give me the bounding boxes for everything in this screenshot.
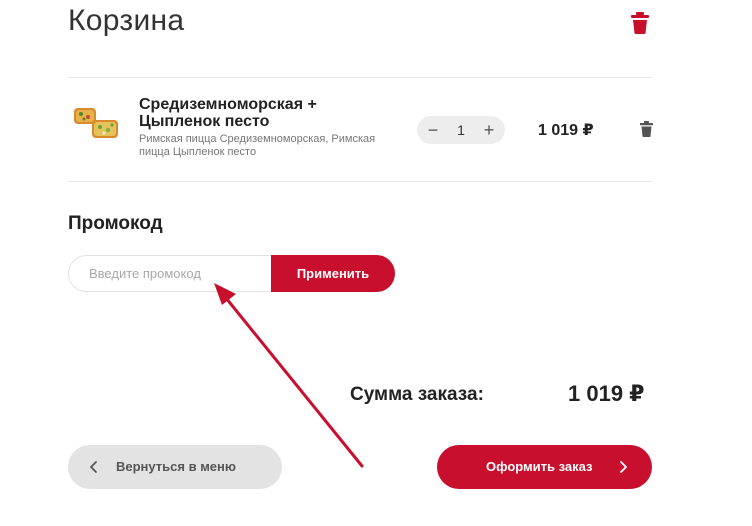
- place-order-button[interactable]: Оформить заказ: [437, 445, 652, 489]
- item-name: Средиземноморская + Цыпленок песто: [139, 96, 317, 130]
- chevron-right-icon: [620, 461, 627, 473]
- pizza-image: [74, 108, 118, 138]
- page-title: Корзина: [68, 4, 185, 37]
- decrease-quantity-button[interactable]: −: [425, 116, 441, 144]
- quantity-value: 1: [457, 122, 465, 138]
- item-price: 1 019 ₽: [538, 122, 594, 139]
- place-order-label: Оформить заказ: [486, 459, 593, 474]
- divider-bottom: [68, 181, 652, 182]
- remove-item-trash-icon[interactable]: [640, 121, 653, 137]
- clear-cart-trash-icon[interactable]: [631, 12, 649, 34]
- promo-form: Применить: [68, 255, 395, 292]
- chevron-left-icon: [90, 461, 97, 473]
- promo-code-input[interactable]: [68, 255, 282, 292]
- quantity-stepper: − 1 +: [417, 116, 505, 144]
- order-sum-value: 1 019 ₽: [568, 381, 645, 406]
- promo-title: Промокод: [68, 213, 163, 234]
- increase-quantity-button[interactable]: +: [481, 116, 497, 144]
- back-to-menu-button[interactable]: Вернуться в меню: [68, 445, 282, 489]
- back-to-menu-label: Вернуться в меню: [116, 459, 236, 474]
- cart-item: Средиземноморская + Цыпленок песто Римск…: [68, 78, 653, 182]
- apply-promo-button[interactable]: Применить: [271, 255, 395, 292]
- order-sum-label: Сумма заказа:: [350, 384, 484, 405]
- item-description: Римская пицца Средиземноморская, Римская…: [139, 133, 376, 158]
